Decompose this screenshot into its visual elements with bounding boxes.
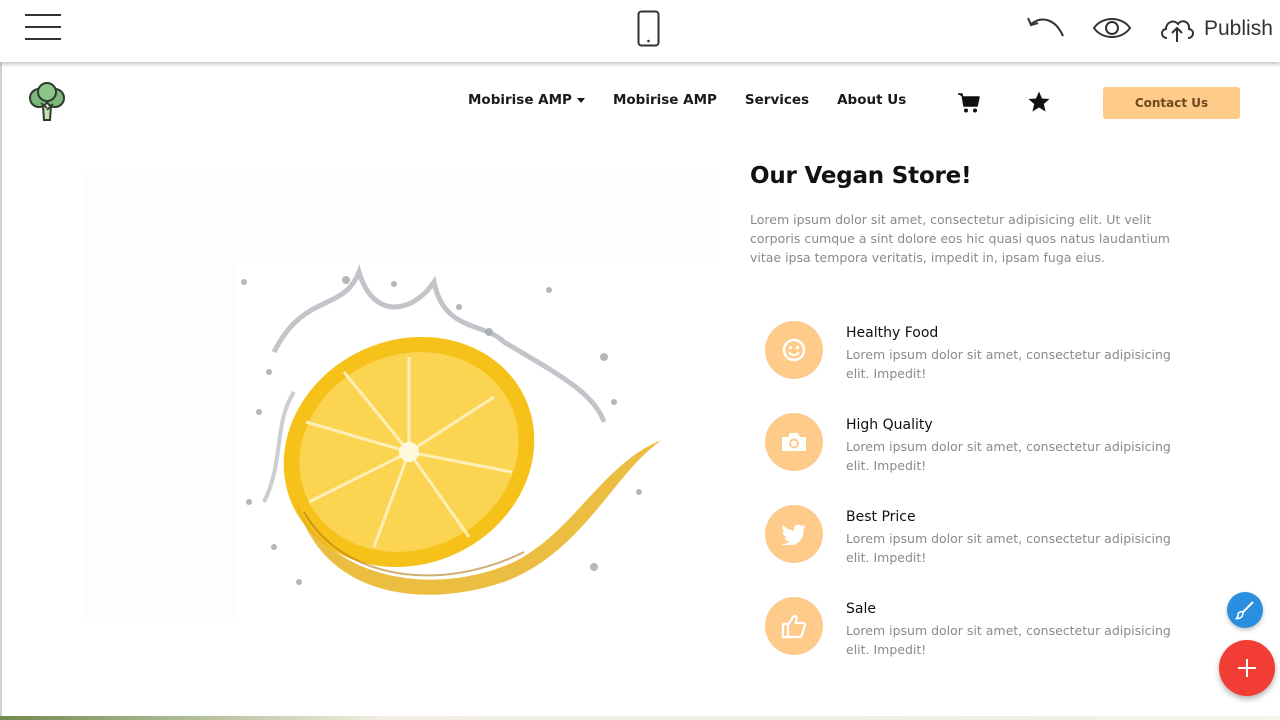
hamburger-menu-icon[interactable] [25, 14, 61, 42]
cloud-upload-icon [1161, 20, 1194, 42]
twitter-icon [765, 505, 823, 563]
nav-link-mobirise-amp-dropdown[interactable]: Mobirise AMP [468, 92, 585, 108]
nav-link-label: Mobirise AMP [612, 92, 717, 108]
nav-link-label: Mobirise AMP [468, 92, 572, 108]
star-icon[interactable] [1027, 90, 1051, 114]
feature-item: High Quality Lorem ipsum dolor sit amet,… [765, 413, 1195, 483]
undo-icon[interactable] [1025, 14, 1065, 42]
plus-icon [1238, 659, 1256, 677]
feature-text: Lorem ipsum dolor sit amet, consectetur … [846, 347, 1171, 381]
next-section-edge [0, 716, 1280, 720]
feature-text: Lorem ipsum dolor sit amet, consectetur … [846, 531, 1171, 565]
nav-link-label: Services [744, 92, 810, 108]
publish-button[interactable]: Publish [1158, 12, 1273, 46]
add-block-button[interactable] [1219, 640, 1275, 696]
shopping-cart-icon[interactable] [957, 92, 981, 114]
lemon-splash-image [84, 172, 720, 622]
nav-link-mobirise-amp[interactable]: Mobirise AMP [613, 92, 717, 108]
feature-item: Sale Lorem ipsum dolor sit amet, consect… [765, 597, 1195, 667]
style-brush-button[interactable] [1227, 592, 1263, 628]
nav-link-about-us[interactable]: About Us [837, 92, 906, 108]
editor-toolbar: Publish [0, 0, 1280, 62]
brush-icon [1235, 601, 1254, 620]
feature-title: High Quality [846, 417, 933, 433]
site-navbar: Mobirise AMP Mobirise AMP Services About… [0, 62, 1280, 146]
contact-us-button[interactable]: Contact Us [1103, 87, 1240, 119]
section-description: Lorem ipsum dolor sit amet, consectetur … [750, 212, 1170, 265]
thumbs-up-icon [765, 597, 823, 655]
mobile-phone-icon[interactable] [637, 10, 660, 47]
nav-link-label: About Us [837, 92, 907, 108]
nav-link-services[interactable]: Services [745, 92, 809, 108]
publish-label: Publish [1204, 17, 1273, 40]
broccoli-logo-icon[interactable] [26, 82, 68, 126]
canvas-left-edge [0, 62, 2, 720]
section-title: Our Vegan Store! [750, 163, 972, 189]
feature-item: Best Price Lorem ipsum dolor sit amet, c… [765, 505, 1195, 575]
feature-text: Lorem ipsum dolor sit amet, consectetur … [846, 439, 1171, 473]
smile-icon [765, 321, 823, 379]
feature-title: Best Price [846, 509, 916, 525]
caret-down-icon [576, 97, 585, 103]
eye-icon[interactable] [1092, 14, 1132, 42]
feature-title: Healthy Food [846, 325, 939, 341]
feature-title: Sale [846, 601, 876, 617]
nav-links: Mobirise AMP Mobirise AMP Services About… [468, 92, 934, 108]
feature-item: Healthy Food Lorem ipsum dolor sit amet,… [765, 321, 1195, 391]
feature-text: Lorem ipsum dolor sit amet, consectetur … [846, 623, 1171, 657]
camera-icon [765, 413, 823, 471]
